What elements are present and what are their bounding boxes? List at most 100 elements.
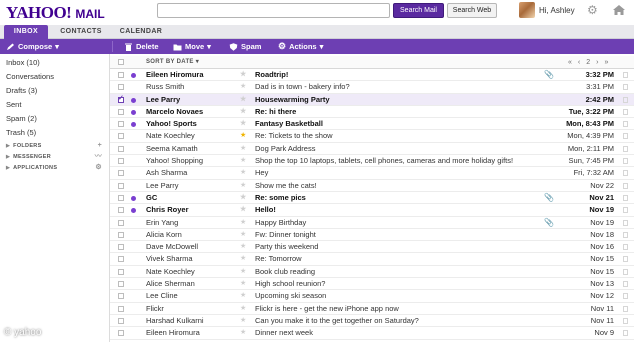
sidebar-item-sent[interactable]: Sent — [6, 99, 21, 111]
table-row[interactable]: Eileen Hiromura ★ Dinner next week Nov 9 — [110, 327, 634, 340]
sidebar-section-folders[interactable]: ▶ FOLDERS + — [0, 141, 108, 151]
tab-inbox[interactable]: INBOX — [4, 25, 48, 39]
row-flag-box[interactable] — [623, 330, 628, 337]
row-checkbox[interactable] — [118, 305, 124, 312]
row-flag-box[interactable] — [623, 317, 628, 324]
search-input[interactable] — [157, 3, 390, 18]
row-flag-box[interactable] — [623, 72, 628, 78]
star-icon[interactable]: ★ — [240, 167, 246, 179]
table-row[interactable]: Marcelo Novaes ★ Re: hi there Tue, 3:22 PM — [110, 106, 634, 119]
row-checkbox[interactable] — [118, 84, 124, 91]
sidebar-item-drafts[interactable]: Drafts (3) — [6, 85, 37, 97]
row-flag-box[interactable] — [623, 231, 628, 238]
prev-page-icon[interactable]: ‹ — [578, 56, 580, 69]
star-icon[interactable]: ★ — [240, 266, 246, 278]
row-checkbox[interactable] — [118, 182, 124, 189]
row-checkbox[interactable] — [118, 268, 124, 275]
star-icon[interactable]: ★ — [240, 81, 246, 93]
table-row[interactable]: Seema Kamath ★ Dog Park Address Mon, 2:11 P… — [110, 143, 634, 156]
row-flag-box[interactable] — [623, 108, 628, 115]
star-icon[interactable]: ★ — [240, 241, 246, 253]
row-flag-box[interactable] — [623, 268, 628, 275]
row-flag-box[interactable] — [623, 256, 628, 263]
table-row[interactable]: Flickr ★ Flickr is here - get the new iPho… — [110, 303, 634, 315]
row-checkbox[interactable] — [118, 72, 124, 78]
table-row[interactable]: Alice Sherman ★ High school reunion? Nov 13 — [110, 278, 634, 291]
actions-button[interactable]: ⚙ Actions ▾ — [278, 39, 323, 54]
row-checkbox[interactable] — [118, 231, 124, 238]
gear-icon[interactable]: ⚙ — [587, 4, 599, 16]
table-row[interactable]: Yahoo! Sports ★ Fantasy Basketball Mon, 8:4… — [110, 118, 634, 131]
row-checkbox[interactable] — [118, 256, 124, 263]
star-icon[interactable]: ★ — [240, 204, 246, 216]
row-checkbox[interactable] — [118, 219, 124, 226]
sidebar-item-conversations[interactable]: Conversations — [6, 71, 54, 83]
table-row[interactable]: Nate Koechley ★ Re: Tickets to the show Mon… — [110, 130, 634, 143]
table-row[interactable]: Vivek Sharma ★ Re: Tomorrow Nov 15 — [110, 253, 634, 266]
row-flag-box[interactable] — [623, 244, 628, 251]
row-flag-box[interactable] — [623, 281, 628, 288]
next-page-icon[interactable]: › — [596, 56, 598, 69]
avatar[interactable] — [519, 2, 535, 18]
spam-button[interactable]: Spam — [229, 39, 261, 54]
row-flag-box[interactable] — [623, 194, 628, 201]
table-row[interactable]: Nate Koechley ★ Book club reading Nov 15 — [110, 266, 634, 279]
row-checkbox[interactable] — [118, 281, 124, 288]
sidebar-section-applications[interactable]: ▶ APPLICATIONS ⚙ — [0, 163, 108, 173]
pulse-icon[interactable]: 〰 — [95, 152, 102, 162]
star-icon[interactable]: ★ — [240, 278, 246, 290]
user-greeting[interactable]: Hi, Ashley — [539, 6, 575, 15]
row-checkbox[interactable] — [118, 121, 124, 128]
sidebar-item-spam[interactable]: Spam (2) — [6, 113, 37, 125]
sidebar-section-messenger[interactable]: ▶ MESSENGER 〰 — [0, 152, 108, 162]
plus-icon[interactable]: + — [98, 141, 102, 151]
row-checkbox[interactable] — [118, 170, 124, 177]
star-icon[interactable]: ★ — [240, 327, 246, 339]
table-row[interactable]: GC ★ Re: some pics 📎 Nov 21 — [110, 192, 634, 205]
last-page-icon[interactable]: » — [605, 56, 609, 69]
sort-by-date-button[interactable]: SORT BY DATE ▾ — [146, 56, 199, 69]
table-row[interactable]: Eileen Hiromura ★ Roadtrip! 📎 3:32 PM — [110, 69, 634, 82]
sidebar-item-inbox[interactable]: Inbox (10) — [6, 57, 40, 69]
row-checkbox[interactable] — [118, 108, 124, 115]
row-flag-box[interactable] — [623, 219, 628, 226]
row-flag-box[interactable] — [623, 305, 628, 312]
table-row[interactable]: Lee Cline ★ Upcoming ski season Nov 12 — [110, 290, 634, 303]
star-icon[interactable]: ★ — [240, 303, 246, 315]
row-checkbox[interactable] — [118, 293, 124, 300]
row-flag-box[interactable] — [623, 158, 628, 165]
table-row[interactable]: Dave McDowell ★ Party this weekend Nov 16 — [110, 241, 634, 254]
table-row[interactable]: Russ Smith ★ Dad is in town - bakery info?… — [110, 81, 634, 94]
star-icon[interactable]: ★ — [240, 192, 246, 204]
search-mail-button[interactable]: Search Mail — [393, 3, 444, 18]
table-row[interactable]: Harshad Kulkarni ★ Can you make it to the … — [110, 315, 634, 328]
table-row[interactable]: Yahoo! Shopping ★ Shop the top 10 laptops,… — [110, 155, 634, 168]
row-checkbox[interactable] — [118, 330, 124, 337]
home-icon[interactable] — [612, 4, 626, 16]
row-flag-box[interactable] — [623, 170, 628, 177]
tab-contacts[interactable]: CONTACTS — [52, 25, 110, 39]
table-row[interactable]: Lee Parry ★ Housewarming Party 2:42 PM — [110, 93, 634, 106]
row-checkbox[interactable] — [118, 244, 124, 251]
row-flag-box[interactable] — [623, 293, 628, 300]
star-icon[interactable]: ★ — [240, 94, 246, 106]
sidebar-item-trash[interactable]: Trash (5) — [6, 127, 36, 139]
row-flag-box[interactable] — [623, 182, 628, 189]
table-row[interactable]: Erin Yang ★ Happy Birthday 📎 Nov 19 — [110, 217, 634, 229]
row-checkbox[interactable] — [118, 133, 124, 140]
row-checkbox[interactable] — [118, 194, 124, 201]
star-icon[interactable]: ★ — [240, 118, 246, 130]
yahoo-mail-logo[interactable]: YAHOO! MAIL — [6, 3, 105, 22]
row-checkbox[interactable] — [118, 93, 124, 105]
table-row[interactable]: Alicia Korn ★ Fw: Dinner tonight Nov 18 — [110, 229, 634, 242]
row-flag-box[interactable] — [623, 84, 628, 91]
star-icon[interactable]: ★ — [240, 217, 246, 229]
tab-calendar[interactable]: CALENDAR — [112, 25, 170, 39]
row-checkbox[interactable] — [118, 158, 124, 165]
delete-button[interactable]: Delete — [124, 39, 159, 54]
star-icon[interactable]: ★ — [240, 69, 246, 81]
table-row[interactable]: Chris Royer ★ Hello! Nov 19 — [110, 204, 634, 217]
move-button[interactable]: Move ▾ — [173, 39, 211, 54]
star-icon[interactable]: ★ — [240, 106, 246, 118]
table-row[interactable]: Ash Sharma ★ Hey Fri, 7:32 AM — [110, 167, 634, 180]
